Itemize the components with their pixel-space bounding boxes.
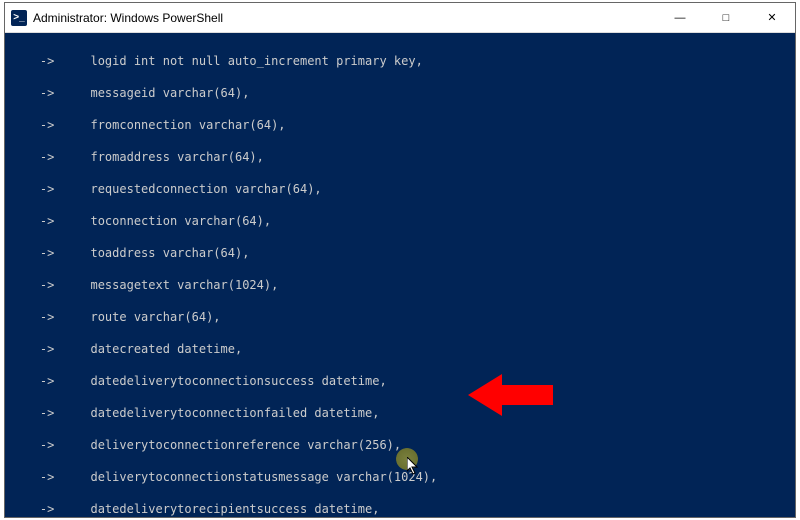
sql-line: -> logid int not null auto_increment pri… <box>11 53 789 69</box>
maximize-button[interactable]: □ <box>703 3 749 33</box>
sql-line: -> messageid varchar(64), <box>11 85 789 101</box>
sql-line: -> fromconnection varchar(64), <box>11 117 789 133</box>
console-area[interactable]: -> logid int not null auto_increment pri… <box>5 33 795 517</box>
sql-line: -> fromaddress varchar(64), <box>11 149 789 165</box>
sql-line: -> toconnection varchar(64), <box>11 213 789 229</box>
sql-line: -> datedeliverytoconnectionsuccess datet… <box>11 373 789 389</box>
sql-line: -> datedeliverytoconnectionfailed dateti… <box>11 405 789 421</box>
minimize-button[interactable]: — <box>657 3 703 33</box>
close-button[interactable]: ✕ <box>749 3 795 33</box>
window-title: Administrator: Windows PowerShell <box>33 11 223 25</box>
sql-line: -> deliverytoconnectionstatusmessage var… <box>11 469 789 485</box>
titlebar[interactable]: >_ Administrator: Windows PowerShell — □… <box>5 3 795 33</box>
sql-line: -> route varchar(64), <box>11 309 789 325</box>
sql-line: -> requestedconnection varchar(64), <box>11 181 789 197</box>
sql-line: -> datecreated datetime, <box>11 341 789 357</box>
powershell-icon: >_ <box>11 10 27 26</box>
sql-line: -> messagetext varchar(1024), <box>11 277 789 293</box>
sql-line: -> datedeliverytorecipientsuccess dateti… <box>11 501 789 517</box>
sql-line: -> toaddress varchar(64), <box>11 245 789 261</box>
sql-line: -> deliverytoconnectionreference varchar… <box>11 437 789 453</box>
powershell-window: >_ Administrator: Windows PowerShell — □… <box>4 2 796 518</box>
